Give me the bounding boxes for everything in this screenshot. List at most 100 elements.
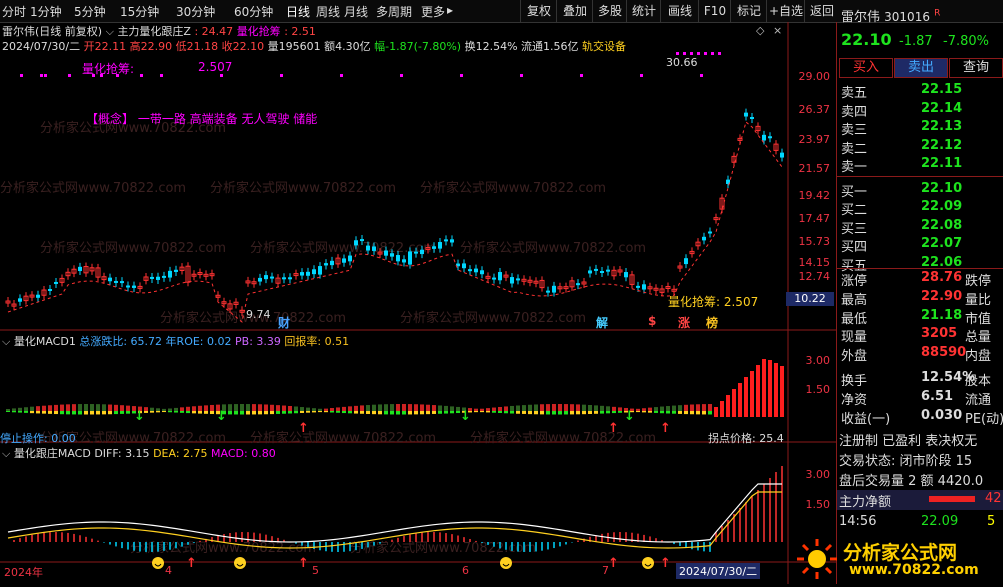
more-arrow-icon[interactable]: ▸ [447,3,453,17]
macd1-bar-top [336,407,340,411]
stat-label: 涨停 [841,274,868,289]
macd1-bar-top [342,406,346,411]
candle-body [300,272,304,276]
toolbar-button[interactable]: 统计 [626,0,661,22]
candle-body [414,251,418,254]
watermark-text: 分析家公式网www.70822.com [460,240,646,256]
event-tag[interactable]: 榜 [706,314,718,331]
macd1-bar-top [198,405,202,411]
event-tag[interactable]: 财 [278,314,290,331]
toolbar-button[interactable]: 画线 [660,0,699,22]
signal-dot [711,52,714,55]
macd1-bar-top [156,408,160,411]
macd1-bar-top [648,407,652,411]
period-tab[interactable]: 更多 [421,3,445,20]
period-tab[interactable]: 周线 [316,3,340,20]
watermark-text: 分析家公式网www.70822.com [40,240,226,256]
turn-price: 拐点价格: 25.4 [708,432,784,445]
stat-label-2: 股本 [965,374,992,389]
macd1-bar [552,411,556,415]
macd1-bar-top [570,404,574,411]
candle-body [498,272,502,281]
watermark-text: 分析家公式网www.70822.com [420,180,606,196]
event-tag[interactable]: 解 [596,314,608,331]
macd1-bar-top [492,407,496,411]
trade-action-button[interactable]: 卖出 [894,58,948,78]
toolbar-button[interactable]: 标记 [730,0,767,22]
macd1-bar-top [84,404,88,411]
candle-body [120,281,124,284]
macd1-bar [420,411,424,415]
period-tab[interactable]: 30分钟 [176,3,215,20]
macd1-bar-top [498,406,502,411]
trade-action-button[interactable]: 查询 [949,58,1003,78]
stat-row: 收益(一) 0.030 PE(动) [841,408,1003,427]
close-icon[interactable]: × [773,24,782,37]
signal-dot [460,74,463,77]
signal-dot [718,52,721,55]
up-arrow-icon: ↑ [608,421,619,436]
macd1-bar [402,411,406,415]
macd1-bar-top [474,408,478,411]
period-tab[interactable]: 1分钟 [30,3,62,20]
period-tab[interactable]: 60分钟 [234,3,273,20]
tick-price: 22.09 [921,514,959,529]
macd1-bar-top [258,404,262,411]
macd1-bar-top [504,406,508,411]
macd1-bar [234,411,238,415]
stat-row: 换手 12.54% 股本 [841,370,1003,389]
signal-dot [220,74,223,77]
period-tab[interactable]: 多周期 [376,3,412,20]
toolbar-button[interactable]: 复权 [520,0,557,22]
toolbar-button[interactable]: 多股 [592,0,627,22]
signal-dot [676,52,679,55]
down-arrow-icon: ↓ [460,409,471,424]
candle-body [54,281,58,284]
diff-line [7,483,782,543]
event-tag[interactable]: 涨 [678,314,690,331]
candle-body [684,258,688,265]
stat-label: 净资 [841,392,868,408]
macd1-bar [486,411,490,413]
macd1-bar [696,411,700,415]
period-tab[interactable]: 日线 [286,3,310,20]
candle-body [108,277,112,282]
tick-time: 14:56 [839,514,877,529]
order-level-label: 买四 [841,240,868,255]
macd1-bar-top [684,404,688,411]
candle-body [366,245,370,251]
macd1-bar-top [450,406,454,411]
diamond-icon[interactable]: ◇ [756,24,764,37]
candle-body [474,268,478,273]
down-arrow-icon: ↓ [624,409,635,424]
period-tab[interactable]: 15分钟 [120,3,159,20]
candle-body [546,290,550,293]
macd1-bar [684,411,688,415]
macd1-bar [204,411,208,414]
logo-text: 分析家公式网 [843,542,958,564]
macd1-bar-top [192,406,196,411]
tick-vol: 5 [987,514,996,529]
macd1-bar-top [264,404,268,411]
macd1-bar [372,411,376,415]
ma-line [7,121,783,323]
toolbar-button[interactable]: 叠加 [556,0,593,22]
candle-body [552,285,556,293]
macd1-bar-top [702,404,706,411]
order-level-label: 买三 [841,221,868,237]
event-tag[interactable]: $ [648,314,656,328]
macd1-bar [438,411,442,414]
period-tab[interactable]: 分时 [2,3,26,20]
macd1-bar [60,411,64,415]
period-tab[interactable]: 月线 [344,3,368,20]
signal-dot [683,52,686,55]
stat-label-2: 流通 [965,392,992,408]
macd1-bar-top [480,408,484,411]
toolbar-button[interactable]: F10 [698,0,731,22]
period-tab[interactable]: 5分钟 [74,3,106,20]
macd1-bar-top [384,404,388,411]
macd1-bar [528,411,532,415]
trade-action-button[interactable]: 买入 [839,58,893,78]
macd1-bar-top [114,404,118,411]
macd1-bar [36,411,40,414]
